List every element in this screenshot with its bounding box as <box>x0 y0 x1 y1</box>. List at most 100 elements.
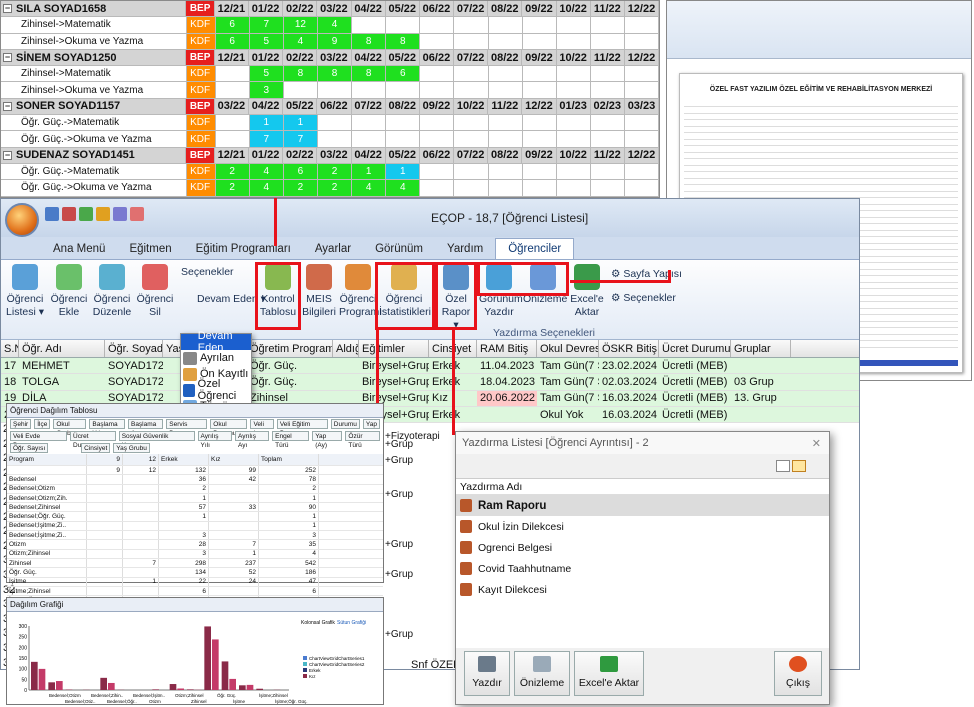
column-header[interactable]: Gruplar <box>731 340 791 357</box>
pivot-filter[interactable]: Veli Eğitim Durumu <box>277 419 328 429</box>
column-header[interactable]: Öğretim Programı <box>247 340 333 357</box>
tab-g-r-n-m[interactable]: Görünüm <box>363 239 435 259</box>
cikis-button[interactable]: Çıkış <box>774 651 822 696</box>
pivot-filter[interactable]: Özür Türü <box>345 431 380 441</box>
toolbar-icon[interactable] <box>45 207 59 221</box>
pivot-filter[interactable]: Ücret Durumu <box>70 431 116 441</box>
column-header[interactable]: Aldığı <box>333 340 359 357</box>
pivot-filter[interactable]: Sosyal Güvenlik Kurumu <box>119 431 195 441</box>
bar <box>170 684 177 690</box>
pivot-filter[interactable]: Başlama Yılı <box>89 419 125 429</box>
secenekler-button[interactable]: Seçenekler <box>181 266 234 279</box>
tab-e-itim-programlar-[interactable]: Eğitim Programları <box>184 239 303 259</box>
pivot-filter[interactable]: İlçe <box>34 419 50 429</box>
pivot-filter[interactable]: Veli Ip.. <box>250 419 273 429</box>
student-group-row[interactable]: −SUDENAZ SOYAD1451BEP12/2101/2202/2203/2… <box>1 148 659 164</box>
pivot-filter[interactable]: Başlama Ayı <box>128 419 163 429</box>
column-header[interactable]: Okul Devresi <box>537 340 599 357</box>
column-header[interactable]: ÖSKR Bitiş <box>599 340 659 357</box>
print-list-item[interactable]: Kayıt Dilekcesi <box>456 579 829 600</box>
excel-aktar-dialog-button[interactable]: Excel'e Aktar <box>574 651 644 696</box>
pivot-row-field[interactable]: Program <box>7 454 87 465</box>
ogrenci-sil-button[interactable]: Öğrenci Sil <box>135 264 175 319</box>
pivot-filter[interactable]: Engel Türü <box>272 431 309 441</box>
column-header[interactable]: Öğr. Adı <box>19 340 105 357</box>
student-group-row[interactable]: −SİNEM SOYAD1250BEP12/2101/2202/2203/220… <box>1 50 659 66</box>
collapse-icon[interactable]: − <box>3 102 12 111</box>
menu-item[interactable]: Özel Öğrenci <box>181 382 251 398</box>
month-header: 04/22 <box>352 148 386 163</box>
column-header[interactable]: Ücret Durumu <box>659 340 731 357</box>
tab-ana-men-[interactable]: Ana Menü <box>41 239 117 259</box>
pivot-filter[interactable]: Yap <box>363 419 380 429</box>
column-header[interactable]: Öğr. Soyadı <box>105 340 163 357</box>
tab--renciler[interactable]: Öğrenciler <box>495 238 574 259</box>
pivot-filter[interactable]: Şehir <box>10 419 31 429</box>
student-group-row[interactable]: −SILA SOYAD1658BEP12/2101/2202/2203/2204… <box>1 1 659 17</box>
toolbar-icon[interactable] <box>79 207 93 221</box>
list-view-icon[interactable] <box>776 460 790 472</box>
subject-row[interactable]: Öğr. Güç.->MatematikKDF246211 <box>1 164 659 180</box>
table-row[interactable]: 18TOLGASOYAD1724Öğr. Güç.Bireysel+GrupEr… <box>1 374 859 390</box>
meis-bilgileri-button[interactable]: MEIS Bilgileri <box>301 264 337 319</box>
tab-ayarlar[interactable]: Ayarlar <box>303 239 363 259</box>
tab-e-itmen[interactable]: Eğitmen <box>117 239 183 259</box>
collapse-icon[interactable]: − <box>3 151 12 160</box>
toolbar-icon[interactable] <box>113 207 127 221</box>
column-header[interactable]: S.No <box>1 340 19 357</box>
print-list-item[interactable]: Ram Raporu <box>456 495 829 516</box>
toolbar-icon[interactable] <box>96 207 110 221</box>
pivot-filter[interactable]: Okul Grubu <box>53 419 86 429</box>
toolbar-icon[interactable] <box>62 207 76 221</box>
close-icon[interactable]: ✕ <box>812 437 821 450</box>
pivot-filter[interactable]: Yap (Ay) <box>312 431 342 441</box>
preview-row <box>684 126 958 127</box>
ogrenci-listesi-button[interactable]: Öğrenci Listesi ▾ <box>5 264 45 319</box>
print-list-item[interactable]: Okul İzin Dilekcesi <box>456 516 829 537</box>
collapse-icon[interactable]: − <box>3 53 12 62</box>
pivot-cell: Zihinsel <box>7 559 87 567</box>
excel-aktar-button[interactable]: Excel'e Aktar <box>567 264 607 319</box>
app-menu-button[interactable] <box>5 203 39 237</box>
yazdir-button[interactable]: Yazdır <box>464 651 510 696</box>
menu-item[interactable]: Devam Eden <box>181 334 251 350</box>
subject-row[interactable]: Öğr. Güç.->Okuma ve YazmaKDF77 <box>1 131 659 147</box>
subject-row[interactable]: Zihinsel->MatematikKDF58886 <box>1 66 659 82</box>
print-list-item[interactable]: Covid Taahhutname <box>456 558 829 579</box>
attendance-cell: 1 <box>250 115 284 130</box>
ogrenci-programi-button[interactable]: Öğrenci Programı <box>339 264 377 319</box>
toolbar-icon[interactable] <box>130 207 144 221</box>
detail-view-icon[interactable] <box>792 460 806 472</box>
print-list-item[interactable]: Ogrenci Belgesi <box>456 537 829 558</box>
subject-row[interactable]: Zihinsel->Okuma ve YazmaKDF3 <box>1 82 659 98</box>
pivot-cell: 47 <box>259 578 319 586</box>
onizleme-dialog-button[interactable]: Önizleme <box>514 651 570 696</box>
subject-row[interactable]: Zihinsel->Okuma ve YazmaKDF654988 <box>1 34 659 50</box>
collapse-icon[interactable]: − <box>3 4 12 13</box>
ogrenci-ekle-button[interactable]: Öğrenci Ekle <box>49 264 89 319</box>
pivot-filter[interactable]: Durumu <box>331 419 360 429</box>
pivot-col-field[interactable]: Yaş Grubu <box>113 443 150 453</box>
subject-row[interactable]: Zihinsel->MatematikKDF67124 <box>1 17 659 33</box>
pivot-filter[interactable]: Veli Evde Durumu <box>10 431 67 441</box>
sutun-grafigi-button[interactable]: Sütun Grafiği <box>337 620 366 626</box>
column-header[interactable]: RAM Bitiş <box>477 340 537 357</box>
pivot-filter[interactable]: Servis Durumu <box>166 419 207 429</box>
pivot-cell: 6 <box>159 587 209 595</box>
table-row[interactable]: 17MEHMETSOYAD1725Öğr. Güç.Bireysel+GrupE… <box>1 358 859 374</box>
subject-row[interactable]: Öğr. Güç.->MatematikKDF11 <box>1 115 659 131</box>
subject-row[interactable]: Öğr. Güç.->Okuma ve YazmaKDF242244 <box>1 180 659 196</box>
pivot-cell: 3 <box>159 531 209 539</box>
tab-yard-m[interactable]: Yardım <box>435 239 495 259</box>
pivot-col-field[interactable]: Cinsiyet <box>81 443 110 453</box>
column-header[interactable]: Eğitimler <box>359 340 429 357</box>
month-header: 09/22 <box>522 1 556 16</box>
pivot-filter[interactable]: Okul Durumu <box>210 419 247 429</box>
pivot-filter[interactable]: Ayrılış Yılı <box>198 431 232 441</box>
pivot-filter[interactable]: Ayrılış Ayı <box>235 431 269 441</box>
ogrenci-duzenle-button[interactable]: Öğrenci Düzenle <box>91 264 133 319</box>
kolonsal-grafik-button[interactable]: Kolonsal Grafik <box>301 620 335 626</box>
pivot-data-field[interactable]: Öğr. Sayısı <box>10 443 48 453</box>
secenekler2-button[interactable]: ⚙ Seçenekler <box>611 292 676 305</box>
student-group-row[interactable]: −SONER SOYAD1157BEP03/2204/2205/2206/220… <box>1 99 659 115</box>
